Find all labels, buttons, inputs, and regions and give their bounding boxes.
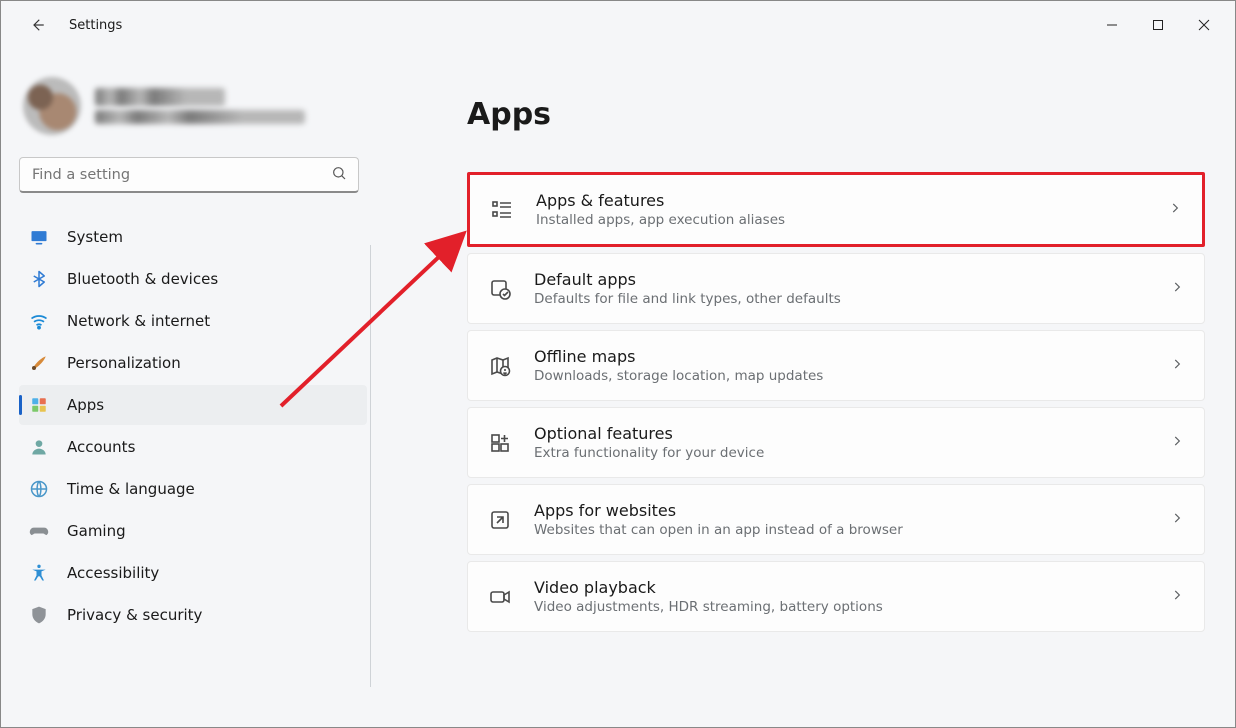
optional-features-icon (488, 431, 512, 455)
sidebar-item-label: System (67, 228, 123, 246)
globe-clock-icon (29, 479, 49, 499)
settings-cards: Apps & features Installed apps, app exec… (467, 172, 1205, 632)
back-button[interactable] (17, 5, 57, 45)
window-title: Settings (69, 18, 122, 33)
card-text: Offline maps Downloads, storage location… (534, 347, 1148, 384)
card-default-apps[interactable]: Default apps Defaults for file and link … (467, 253, 1205, 324)
sidebar-item-personalization[interactable]: Personalization (19, 343, 367, 383)
card-text: Default apps Defaults for file and link … (534, 270, 1148, 307)
page-title: Apps (467, 97, 1205, 132)
card-title: Default apps (534, 270, 1148, 289)
sidebar-separator (370, 245, 371, 687)
apps-list-icon (490, 198, 514, 222)
sidebar-item-label: Gaming (67, 522, 126, 540)
card-title: Video playback (534, 578, 1148, 597)
sidebar-item-label: Network & internet (67, 312, 210, 330)
sidebar-item-apps[interactable]: Apps (19, 385, 367, 425)
shield-icon (29, 605, 49, 625)
sidebar-item-system[interactable]: System (19, 217, 367, 257)
card-subtitle: Extra functionality for your device (534, 445, 1148, 461)
sidebar-item-bluetooth[interactable]: Bluetooth & devices (19, 259, 367, 299)
chevron-right-icon (1170, 433, 1184, 452)
minimize-icon (1106, 19, 1118, 31)
sidebar-item-label: Personalization (67, 354, 181, 372)
app-link-icon (488, 508, 512, 532)
card-apps-features[interactable]: Apps & features Installed apps, app exec… (467, 172, 1205, 247)
chevron-right-icon (1170, 356, 1184, 375)
sidebar-item-time-language[interactable]: Time & language (19, 469, 367, 509)
chevron-right-icon (1170, 279, 1184, 298)
card-video-playback[interactable]: Video playback Video adjustments, HDR st… (467, 561, 1205, 632)
default-apps-icon (488, 277, 512, 301)
card-subtitle: Defaults for file and link types, other … (534, 291, 1148, 307)
brush-icon (29, 353, 49, 373)
card-subtitle: Video adjustments, HDR streaming, batter… (534, 599, 1148, 615)
card-title: Offline maps (534, 347, 1148, 366)
sidebar-item-label: Bluetooth & devices (67, 270, 218, 288)
sidebar-item-label: Time & language (67, 480, 195, 498)
system-icon (29, 227, 49, 247)
sidebar-item-privacy[interactable]: Privacy & security (19, 595, 367, 635)
bluetooth-icon (29, 269, 49, 289)
sidebar-item-label: Accounts (67, 438, 135, 456)
search-wrap (19, 157, 359, 193)
card-text: Apps & features Installed apps, app exec… (536, 191, 1146, 228)
map-icon (488, 354, 512, 378)
profile-block[interactable] (19, 67, 363, 157)
card-text: Optional features Extra functionality fo… (534, 424, 1148, 461)
sidebar: System Bluetooth & devices Network & int… (1, 49, 371, 727)
main-region: Apps Apps & features Installed apps, app… (371, 49, 1235, 727)
titlebar: Settings (1, 1, 1235, 49)
card-title: Apps & features (536, 191, 1146, 210)
gamepad-icon (29, 521, 49, 541)
profile-text (95, 88, 305, 124)
avatar (23, 77, 81, 135)
sidebar-item-label: Accessibility (67, 564, 159, 582)
card-offline-maps[interactable]: Offline maps Downloads, storage location… (467, 330, 1205, 401)
sidebar-item-label: Apps (67, 396, 104, 414)
video-icon (488, 585, 512, 609)
card-text: Video playback Video adjustments, HDR st… (534, 578, 1148, 615)
search-icon (331, 165, 347, 185)
sidebar-item-label: Privacy & security (67, 606, 202, 624)
window-controls (1089, 9, 1227, 41)
card-text: Apps for websites Websites that can open… (534, 501, 1148, 538)
card-apps-for-websites[interactable]: Apps for websites Websites that can open… (467, 484, 1205, 555)
sidebar-item-network[interactable]: Network & internet (19, 301, 367, 341)
minimize-button[interactable] (1089, 9, 1135, 41)
close-button[interactable] (1181, 9, 1227, 41)
accessibility-icon (29, 563, 49, 583)
card-subtitle: Websites that can open in an app instead… (534, 522, 1148, 538)
sidebar-item-accessibility[interactable]: Accessibility (19, 553, 367, 593)
maximize-button[interactable] (1135, 9, 1181, 41)
card-subtitle: Downloads, storage location, map updates (534, 368, 1148, 384)
maximize-icon (1152, 19, 1164, 31)
search-input[interactable] (19, 157, 359, 193)
wifi-icon (29, 311, 49, 331)
profile-email-redacted (95, 110, 305, 124)
chevron-right-icon (1170, 587, 1184, 606)
profile-name-redacted (95, 88, 225, 106)
chevron-right-icon (1168, 200, 1182, 219)
accounts-icon (29, 437, 49, 457)
card-subtitle: Installed apps, app execution aliases (536, 212, 1146, 228)
sidebar-nav: System Bluetooth & devices Network & int… (19, 217, 367, 635)
chevron-right-icon (1170, 510, 1184, 529)
card-title: Optional features (534, 424, 1148, 443)
sidebar-item-gaming[interactable]: Gaming (19, 511, 367, 551)
card-title: Apps for websites (534, 501, 1148, 520)
card-optional-features[interactable]: Optional features Extra functionality fo… (467, 407, 1205, 478)
close-icon (1198, 19, 1210, 31)
apps-icon (29, 395, 49, 415)
sidebar-item-accounts[interactable]: Accounts (19, 427, 367, 467)
back-arrow-icon (28, 16, 46, 34)
